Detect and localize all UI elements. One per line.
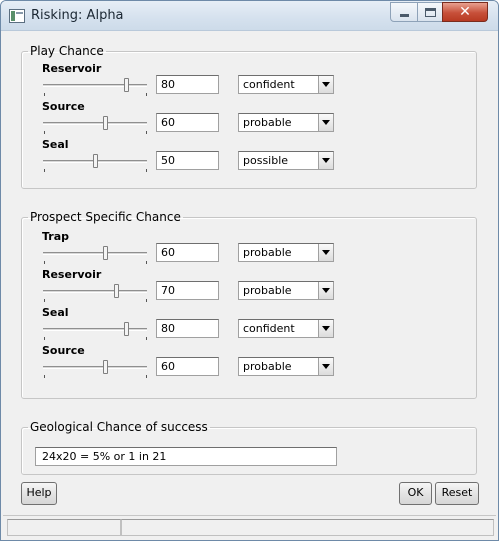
confidence-select-value: confident: [243, 322, 295, 335]
slider-thumb[interactable]: [103, 116, 108, 130]
maximize-button[interactable]: [417, 2, 443, 22]
confidence-select[interactable]: probable: [238, 243, 334, 262]
chance-slider[interactable]: [43, 322, 149, 340]
ok-button[interactable]: OK: [399, 482, 432, 505]
slider-tick: [44, 337, 45, 340]
minimize-icon: [400, 14, 409, 17]
status-pane-right: [121, 519, 494, 536]
row-label: Seal: [42, 138, 69, 151]
slider-tick: [44, 261, 45, 264]
close-icon: ✕: [459, 4, 471, 20]
row-label: Reservoir: [42, 62, 102, 75]
geological-result-field: 24x20 = 5% or 1 in 21: [35, 447, 337, 466]
row-label: Source: [42, 100, 85, 113]
maximize-icon: [425, 8, 436, 17]
slider-track: [43, 84, 147, 87]
confidence-select[interactable]: confident: [238, 75, 334, 94]
slider-tick: [146, 131, 147, 134]
window-title: Risking: Alpha: [31, 8, 124, 23]
status-pane-left: [7, 519, 121, 536]
slider-track: [43, 328, 147, 331]
confidence-select[interactable]: probable: [238, 357, 334, 376]
confidence-select[interactable]: probable: [238, 113, 334, 132]
slider-thumb[interactable]: [93, 154, 98, 168]
chance-slider[interactable]: [43, 284, 149, 302]
confidence-select-value: confident: [243, 78, 295, 91]
slider-track: [43, 122, 147, 125]
chance-slider[interactable]: [43, 78, 149, 96]
chevron-down-icon[interactable]: [318, 76, 333, 93]
slider-tick: [44, 375, 45, 378]
slider-tick: [146, 261, 147, 264]
play-chance-legend: Play Chance: [30, 44, 104, 58]
chance-value-input[interactable]: 70: [156, 281, 219, 300]
chevron-down-icon[interactable]: [318, 152, 333, 169]
chance-slider[interactable]: [43, 116, 149, 134]
slider-thumb[interactable]: [124, 78, 129, 92]
chevron-down-icon[interactable]: [318, 244, 333, 261]
chevron-down-icon[interactable]: [318, 282, 333, 299]
play-chance-group: Play Chance Reservoir 80 confident Source 60…: [21, 44, 477, 189]
slider-tick: [44, 93, 45, 96]
chance-slider[interactable]: [43, 360, 149, 378]
chance-value-input[interactable]: 50: [156, 151, 219, 170]
chance-value-input[interactable]: 80: [156, 319, 219, 338]
app-window-icon: [9, 9, 25, 23]
row-label: Reservoir: [42, 268, 102, 281]
slider-thumb[interactable]: [114, 284, 119, 298]
reset-button[interactable]: Reset: [435, 482, 479, 505]
prospect-chance-legend: Prospect Specific Chance: [30, 210, 181, 224]
chevron-down-icon[interactable]: [318, 320, 333, 337]
slider-tick: [146, 169, 147, 172]
confidence-select[interactable]: confident: [238, 319, 334, 338]
minimize-button[interactable]: [390, 2, 418, 22]
confidence-select-value: probable: [243, 116, 292, 129]
confidence-select-value: probable: [243, 284, 292, 297]
confidence-select[interactable]: probable: [238, 281, 334, 300]
slider-tick: [146, 337, 147, 340]
slider-tick: [146, 299, 147, 302]
risking-dialog: Risking: Alpha ✕ Play Chance Reservoir 80…: [0, 0, 499, 541]
confidence-select-value: probable: [243, 246, 292, 259]
slider-track: [43, 290, 147, 293]
status-bar: [3, 515, 496, 537]
help-button[interactable]: Help: [21, 482, 57, 505]
slider-tick: [44, 131, 45, 134]
slider-tick: [44, 169, 45, 172]
title-bar[interactable]: Risking: Alpha ✕: [1, 1, 498, 31]
prospect-chance-group: Prospect Specific Chance Trap 60 probable R…: [21, 210, 477, 399]
confidence-select-value: probable: [243, 360, 292, 373]
slider-thumb[interactable]: [103, 360, 108, 374]
row-label: Trap: [42, 230, 70, 243]
chance-value-input[interactable]: 60: [156, 113, 219, 132]
row-label: Seal: [42, 306, 69, 319]
confidence-select[interactable]: possible: [238, 151, 334, 170]
geological-chance-group: Geological Chance of success 24x20 = 5% …: [21, 420, 477, 475]
chance-slider[interactable]: [43, 154, 149, 172]
chance-value-input[interactable]: 80: [156, 75, 219, 94]
geological-chance-legend: Geological Chance of success: [30, 420, 208, 434]
slider-tick: [146, 93, 147, 96]
slider-track: [43, 366, 147, 369]
confidence-select-value: possible: [243, 154, 289, 167]
slider-tick: [146, 375, 147, 378]
chance-slider[interactable]: [43, 246, 149, 264]
row-label: Source: [42, 344, 85, 357]
chevron-down-icon[interactable]: [318, 358, 333, 375]
slider-track: [43, 252, 147, 255]
chance-value-input[interactable]: 60: [156, 243, 219, 262]
chevron-down-icon[interactable]: [318, 114, 333, 131]
slider-tick: [44, 299, 45, 302]
chance-value-input[interactable]: 60: [156, 357, 219, 376]
slider-thumb[interactable]: [103, 246, 108, 260]
close-button[interactable]: ✕: [442, 2, 488, 22]
slider-thumb[interactable]: [124, 322, 129, 336]
